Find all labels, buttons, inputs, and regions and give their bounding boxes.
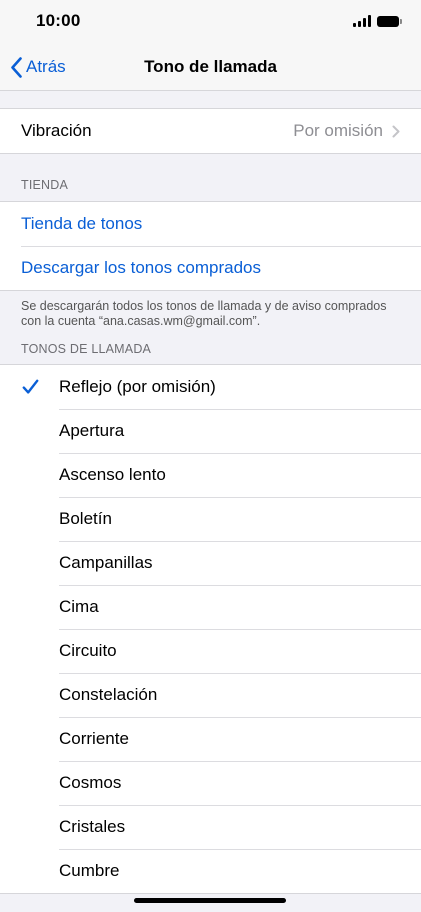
vibration-row[interactable]: Vibración Por omisión bbox=[0, 109, 421, 153]
ringtone-item-cristales[interactable]: Cristales bbox=[0, 805, 421, 849]
ringtone-label: Cosmos bbox=[59, 773, 122, 792]
status-bar: 10:00 bbox=[0, 0, 421, 44]
ringtone-label: Cima bbox=[59, 597, 99, 616]
chevron-right-icon bbox=[392, 125, 400, 138]
ringtone-label: Campanillas bbox=[59, 553, 153, 572]
back-button[interactable]: Atrás bbox=[10, 44, 66, 90]
vibration-label: Vibración bbox=[21, 121, 92, 140]
ringtones-group: Reflejo (por omisión) Apertura Ascenso l… bbox=[0, 364, 421, 894]
download-purchased-tones-link[interactable]: Descargar los tonos comprados bbox=[0, 246, 421, 290]
navigation-bar: Atrás Tono de llamada bbox=[0, 44, 421, 91]
ringtone-label: Circuito bbox=[59, 641, 117, 660]
ringtone-label: Reflejo (por omisión) bbox=[59, 377, 216, 396]
checkmark-icon bbox=[22, 379, 39, 394]
settings-list: Vibración Por omisión TIENDA Tienda de t… bbox=[0, 91, 421, 894]
ringtone-item-reflejo[interactable]: Reflejo (por omisión) bbox=[0, 365, 421, 409]
ringtone-store-link[interactable]: Tienda de tonos bbox=[0, 202, 421, 246]
status-icons bbox=[353, 15, 402, 27]
ringtone-item-boletin[interactable]: Boletín bbox=[0, 497, 421, 541]
ringtone-label: Boletín bbox=[59, 509, 112, 528]
ringtone-label: Apertura bbox=[59, 421, 125, 440]
ringtone-item-cosmos[interactable]: Cosmos bbox=[0, 761, 421, 805]
store-section-header: TIENDA bbox=[21, 178, 69, 192]
ringtone-label: Ascenso lento bbox=[59, 465, 166, 484]
ringtone-item-corriente[interactable]: Corriente bbox=[0, 717, 421, 761]
ringtone-item-apertura[interactable]: Apertura bbox=[0, 409, 421, 453]
ringtone-item-ascenso-lento[interactable]: Ascenso lento bbox=[0, 453, 421, 497]
vibration-group: Vibración Por omisión bbox=[0, 108, 421, 154]
ringtone-label: Cristales bbox=[59, 817, 126, 836]
store-group: Tienda de tonos Descargar los tonos comp… bbox=[0, 201, 421, 291]
ringtone-item-circuito[interactable]: Circuito bbox=[0, 629, 421, 673]
ringtone-label: Corriente bbox=[59, 729, 129, 748]
back-label: Atrás bbox=[26, 57, 66, 76]
ringtone-item-cumbre[interactable]: Cumbre bbox=[0, 849, 421, 893]
home-indicator[interactable] bbox=[134, 898, 286, 903]
ringtone-item-cima[interactable]: Cima bbox=[0, 585, 421, 629]
ringtone-item-campanillas[interactable]: Campanillas bbox=[0, 541, 421, 585]
ringtone-label: Cumbre bbox=[59, 861, 120, 880]
ringtones-section-header: TONOS DE LLAMADA bbox=[21, 342, 152, 356]
ringtone-item-constelacion[interactable]: Constelación bbox=[0, 673, 421, 717]
chevron-left-icon bbox=[11, 56, 22, 78]
store-footer-note: Se descargarán todos los tonos de llamad… bbox=[21, 299, 387, 328]
signal-icon bbox=[353, 15, 371, 27]
status-time: 10:00 bbox=[36, 11, 81, 30]
vibration-value: Por omisión bbox=[293, 121, 383, 140]
ringtone-label: Constelación bbox=[59, 685, 158, 704]
battery-icon bbox=[377, 15, 402, 27]
